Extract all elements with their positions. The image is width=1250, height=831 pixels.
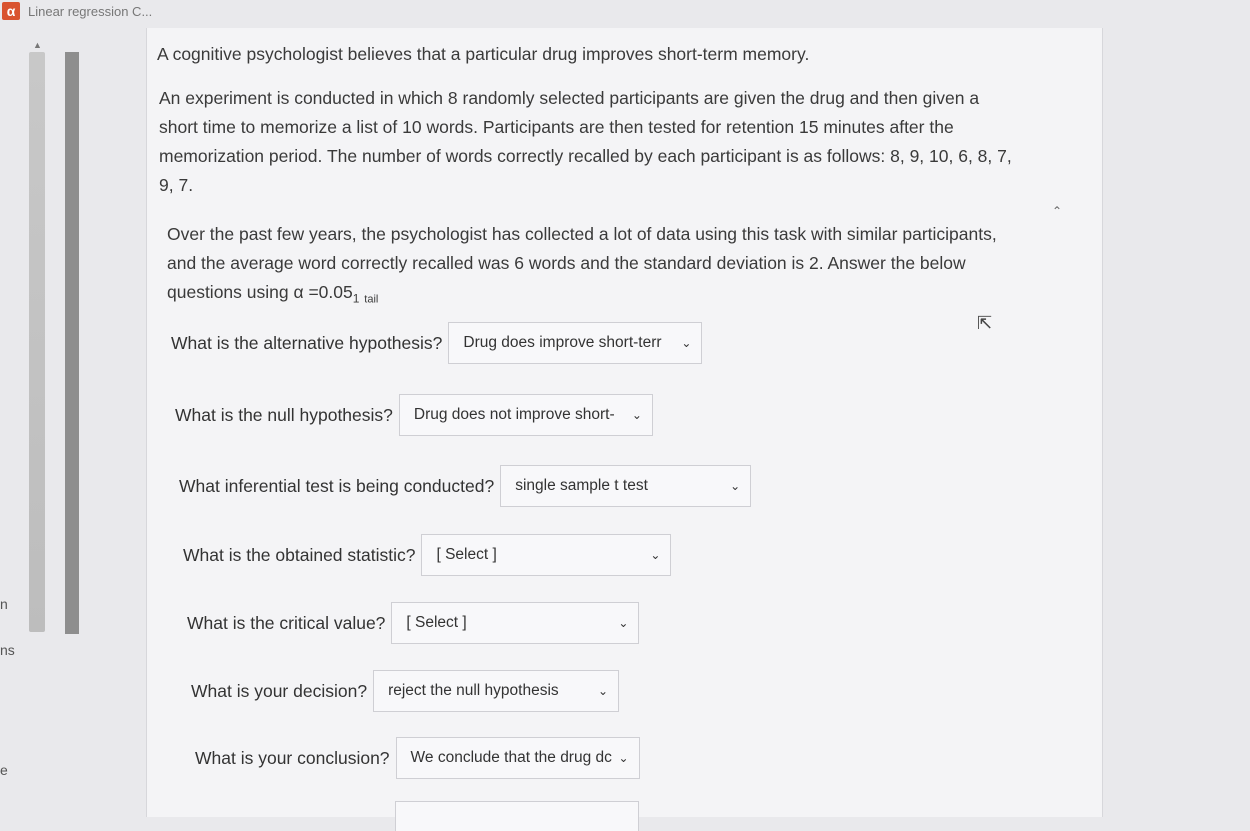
experiment-line: 9, 7. [159,175,194,195]
nav-fragment[interactable]: n [0,596,8,612]
collapse-caret-icon[interactable]: ⌃ [1052,204,1062,218]
scrollbar[interactable] [27,52,79,634]
question-label: What is your decision? [191,680,368,701]
select-value: Drug does improve short-terr [463,334,662,351]
chevron-down-icon: ⌄ [618,616,629,630]
chevron-down-icon: ⌄ [730,479,741,493]
select-value: single sample t test [515,477,648,494]
select-value: [ Select ] [406,614,467,631]
question-row: What inferential test is being conducted… [179,465,752,507]
chevron-down-icon: ⌄ [681,336,692,350]
question-row: What is the critical value? [ Select ] ⌄ [187,602,640,644]
tail-label: tail [364,293,379,306]
select-value: Drug does not improve short- [413,406,615,423]
scroll-thumb[interactable] [29,52,45,632]
inferential-test-select[interactable]: single sample t test ⌄ [500,465,752,507]
question-label: What inferential test is being conducted… [179,475,495,496]
chevron-down-icon: ⌄ [650,548,661,562]
question-row: What is your conclusion? We conclude tha… [195,737,640,779]
select-value: [ Select ] [436,546,497,563]
left-nav-edge: n ns e [0,0,26,817]
experiment-line: short time to memorize a list of 10 word… [159,117,954,137]
caret-up-icon[interactable]: ▲ [33,40,42,50]
obtained-statistic-select[interactable]: [ Select ] ⌄ [421,534,672,576]
nav-fragment[interactable]: e [0,762,8,778]
chevron-down-icon: ⌄ [598,684,609,698]
question-label: What is the critical value? [187,612,386,633]
intro-text: A cognitive psychologist believes that a… [157,44,810,64]
question-label: What is the null hypothesis? [175,404,393,425]
scroll-track[interactable] [65,52,79,634]
background-line: and the average word correctly recalled … [167,253,966,273]
mouse-pointer-icon: ⇱ [977,313,993,333]
question-label: What is your conclusion? [195,747,390,768]
question-row: What is your decision? reject the null h… [191,670,620,712]
conclusion-select[interactable]: We conclude that the drug dc ⌄ [395,737,640,779]
alternative-hypothesis-select[interactable]: Drug does improve short-terr ⌄ [448,322,703,364]
next-question-select[interactable] [395,801,639,831]
select-value: reject the null hypothesis [388,682,559,699]
question-row: What is the obtained statistic? [ Select… [183,534,672,576]
experiment-line: memorization period. The number of words… [159,146,1012,166]
alpha-statement: questions using α =0.05 [167,282,353,302]
question-panel: A cognitive psychologist believes that a… [146,28,1103,831]
nav-fragment[interactable]: ns [0,642,15,658]
chevron-down-icon: ⌄ [618,751,629,765]
background-line: Over the past few years, the psychologis… [167,224,997,244]
tail-count: 1 [352,291,360,306]
question-label: What is the obtained statistic? [183,544,416,565]
select-value: We conclude that the drug dc [410,749,612,766]
experiment-text: An experiment is conducted in which 8 ra… [159,84,1079,200]
question-row: What is the null hypothesis? Drug does n… [175,394,653,436]
critical-value-select[interactable]: [ Select ] ⌄ [391,602,640,644]
decision-select[interactable]: reject the null hypothesis ⌄ [373,670,620,712]
question-label: What is the alternative hypothesis? [171,332,443,353]
background-text: Over the past few years, the psychologis… [167,220,1067,315]
experiment-line: An experiment is conducted in which 8 ra… [159,88,980,108]
tab-title: Linear regression C... [28,3,153,19]
chevron-down-icon: ⌄ [631,408,642,422]
null-hypothesis-select[interactable]: Drug does not improve short- ⌄ [398,394,653,436]
question-row: What is the alternative hypothesis? Drug… [171,322,703,364]
background-line: questions using α =0.051 tail [167,278,1067,315]
